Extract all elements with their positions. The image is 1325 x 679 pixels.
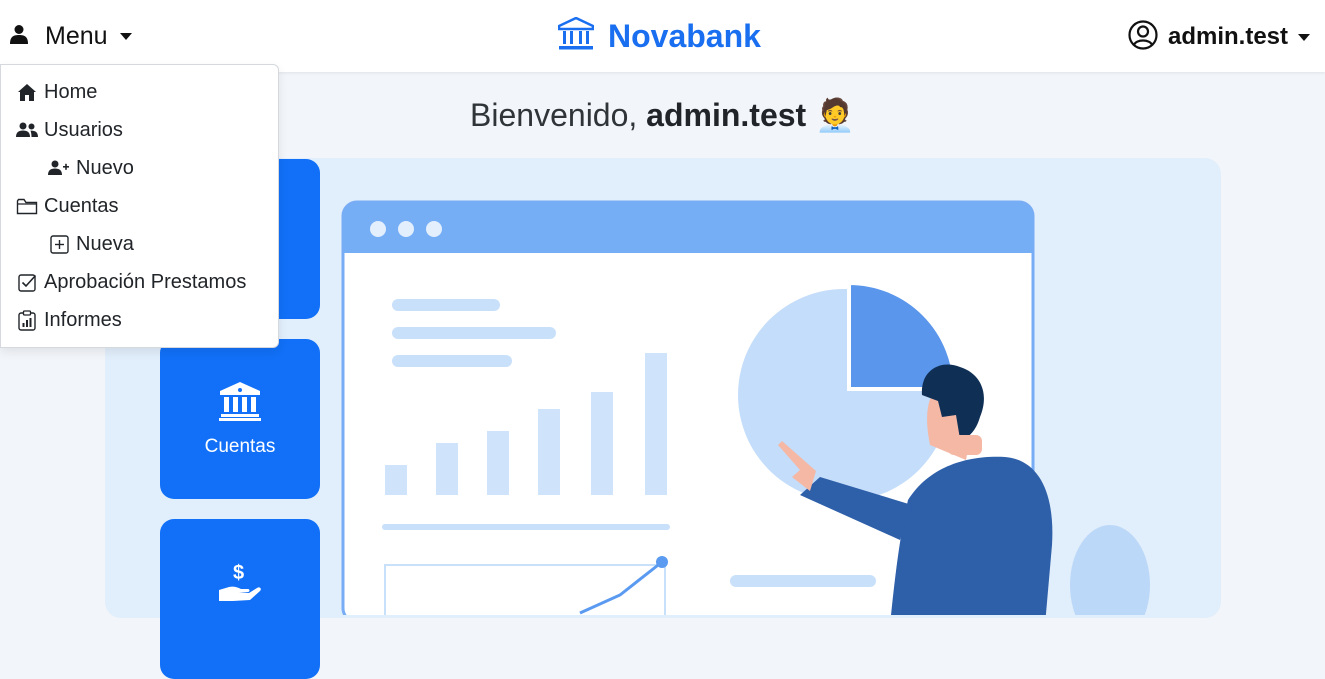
user-icon [9,24,29,49]
menu-item-label: Usuarios [44,118,123,141]
menu-item-label: Aprobación Prestamos [44,270,247,293]
businessperson-emoji: 🧑‍💼 [815,97,855,133]
menu-item-home[interactable]: Home [16,75,97,109]
check-square-icon [16,271,38,293]
brand-logo[interactable]: Novabank [557,16,761,56]
menu-item-usuarios[interactable]: Usuarios [16,113,123,147]
clipboard-chart-icon [16,309,38,331]
menu-item-label: Home [44,80,98,103]
plus-square-icon [48,233,70,255]
user-circle-icon [1128,19,1158,55]
menu-item-informes[interactable]: Informes [16,303,122,337]
svg-text:$: $ [233,562,244,584]
chevron-down-icon [1298,33,1311,41]
house-icon [16,81,38,103]
tile-label: Cuentas [204,435,276,457]
top-navbar: Menu Novabank admin.test [0,0,1325,72]
chevron-down-icon [119,32,132,40]
tile-cuentas[interactable]: Cuentas [160,339,320,499]
menu-item-label: Cuentas [44,194,119,217]
bank-icon [219,381,261,426]
menu-item-cuentas[interactable]: Cuentas [16,189,119,223]
welcome-greeting: Bienvenido, [470,97,638,133]
user-plus-icon [48,157,70,179]
tile-prestamos[interactable]: $ [160,519,320,679]
hand-dollar-icon: $ [217,560,263,609]
folder-icon [16,195,38,217]
menu-label: Menu [45,21,108,50]
menu-item-nueva-cuenta[interactable]: Nueva [48,227,134,261]
main-menu-dropdown: Home Usuarios Nuevo Cuentas Nueva Aproba… [0,64,279,348]
user-name: admin.test [1168,23,1289,50]
menu-item-label: Nuevo [76,156,134,179]
dashboard-illustration [341,200,1150,615]
menu-item-label: Informes [44,308,122,331]
menu-item-label: Nueva [76,232,134,255]
menu-item-aprobacion-prestamos[interactable]: Aprobación Prestamos [16,265,246,299]
welcome-username: admin.test [646,97,807,133]
users-icon [16,119,38,141]
brand-name: Novabank [608,17,761,54]
user-dropdown-toggle[interactable]: admin.test [1128,19,1311,55]
bank-icon [557,16,595,56]
menu-dropdown-toggle[interactable]: Menu [9,22,132,50]
menu-item-nuevo-usuario[interactable]: Nuevo [48,151,134,185]
